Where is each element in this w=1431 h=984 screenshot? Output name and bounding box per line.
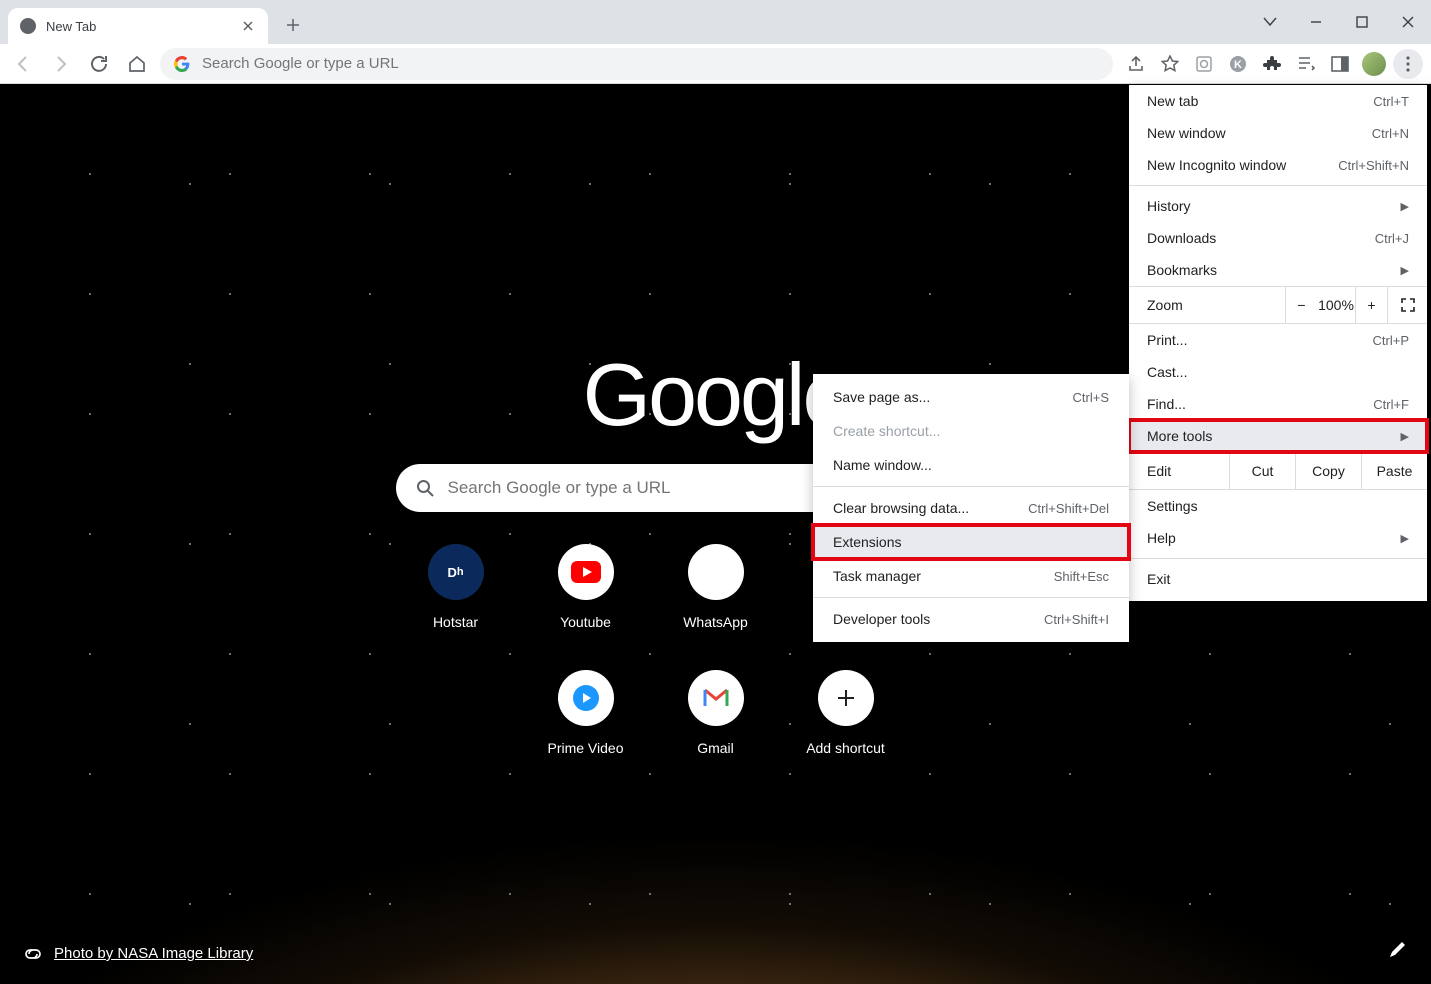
- tab-search-icon[interactable]: [1247, 0, 1293, 44]
- whatsapp-icon: [688, 544, 744, 600]
- shortcut-label: Add shortcut: [806, 740, 885, 756]
- google-logo: Google: [583, 344, 849, 446]
- menu-incognito[interactable]: New Incognito windowCtrl+Shift+N: [1129, 149, 1427, 181]
- tab-title: New Tab: [46, 19, 230, 34]
- titlebar: New Tab: [0, 0, 1431, 44]
- pencil-icon: [1387, 940, 1407, 960]
- window-minimize-icon[interactable]: [1293, 0, 1339, 44]
- extensions-puzzle-icon[interactable]: [1257, 49, 1287, 79]
- menu-settings[interactable]: Settings: [1129, 490, 1427, 522]
- menu-history[interactable]: History▶: [1129, 190, 1427, 222]
- youtube-icon: [558, 544, 614, 600]
- edit-cut[interactable]: Cut: [1229, 453, 1295, 489]
- menu-zoom: Zoom − 100% +: [1129, 286, 1427, 324]
- primevideo-icon: [558, 670, 614, 726]
- shortcut-label: Gmail: [697, 740, 734, 756]
- toolbar: K: [0, 44, 1431, 84]
- menu-separator: [813, 597, 1129, 598]
- extension-k-icon[interactable]: K: [1223, 49, 1253, 79]
- home-button[interactable]: [122, 49, 152, 79]
- tab-close-icon[interactable]: [240, 18, 256, 34]
- reading-list-icon[interactable]: [1291, 49, 1321, 79]
- chrome-main-menu: New tabCtrl+T New windowCtrl+N New Incog…: [1129, 85, 1427, 601]
- menu-separator: [1129, 185, 1427, 186]
- menu-more-tools[interactable]: More tools▶: [1129, 420, 1427, 452]
- shortcut-youtube[interactable]: Youtube: [521, 544, 651, 630]
- window-maximize-icon[interactable]: [1339, 0, 1385, 44]
- shortcut-add[interactable]: Add shortcut: [781, 670, 911, 756]
- extension-icons: K: [1121, 49, 1423, 79]
- add-icon: [818, 670, 874, 726]
- tab-favicon: [20, 18, 36, 34]
- shortcut-whatsapp[interactable]: WhatsApp: [651, 544, 781, 630]
- menu-exit[interactable]: Exit: [1129, 563, 1427, 595]
- shortcut-label: Youtube: [560, 614, 611, 630]
- shortcut-primevideo[interactable]: Prime Video: [521, 670, 651, 756]
- gmail-icon: [688, 670, 744, 726]
- shortcut-label: Hotstar: [433, 614, 478, 630]
- zoom-label: Zoom: [1147, 297, 1285, 313]
- hotstar-icon: Dh: [428, 544, 484, 600]
- submenu-savepage[interactable]: Save page as...Ctrl+S: [813, 380, 1129, 414]
- omnibox[interactable]: [160, 48, 1113, 80]
- menu-help[interactable]: Help▶: [1129, 522, 1427, 554]
- menu-edit: Edit Cut Copy Paste: [1129, 452, 1427, 490]
- back-button[interactable]: [8, 49, 38, 79]
- omnibox-input[interactable]: [202, 55, 1099, 72]
- background-credit: Photo by NASA Image Library: [22, 945, 253, 962]
- svg-text:K: K: [1234, 59, 1242, 71]
- forward-button[interactable]: [46, 49, 76, 79]
- link-icon: [22, 948, 44, 960]
- search-icon: [416, 479, 434, 497]
- customize-button[interactable]: [1387, 940, 1407, 960]
- background-credit-link[interactable]: Photo by NASA Image Library: [54, 945, 253, 962]
- submenu-createshortcut: Create shortcut...: [813, 414, 1129, 448]
- menu-cast[interactable]: Cast...: [1129, 356, 1427, 388]
- fullscreen-button[interactable]: [1387, 287, 1427, 323]
- share-icon[interactable]: [1121, 49, 1151, 79]
- edit-label: Edit: [1147, 463, 1229, 479]
- menu-newwindow[interactable]: New windowCtrl+N: [1129, 117, 1427, 149]
- shortcut-label: Prime Video: [547, 740, 623, 756]
- submenu-extensions[interactable]: Extensions: [813, 525, 1129, 559]
- profile-avatar[interactable]: [1359, 49, 1389, 79]
- window-controls: [1247, 0, 1431, 44]
- shortcut-gmail[interactable]: Gmail: [651, 670, 781, 756]
- google-g-icon: [174, 56, 190, 72]
- window-close-icon[interactable]: [1385, 0, 1431, 44]
- shortcut-hotstar[interactable]: Dh Hotstar: [391, 544, 521, 630]
- submenu-taskmanager[interactable]: Task managerShift+Esc: [813, 559, 1129, 593]
- menu-downloads[interactable]: DownloadsCtrl+J: [1129, 222, 1427, 254]
- chrome-menu-button[interactable]: [1393, 49, 1423, 79]
- submenu-namewindow[interactable]: Name window...: [813, 448, 1129, 482]
- menu-separator: [1129, 558, 1427, 559]
- newtab-button[interactable]: [278, 10, 308, 40]
- more-tools-submenu: Save page as...Ctrl+S Create shortcut...…: [813, 374, 1129, 642]
- reload-button[interactable]: [84, 49, 114, 79]
- edit-copy[interactable]: Copy: [1295, 453, 1361, 489]
- zoom-in-button[interactable]: +: [1355, 287, 1387, 323]
- zoom-value: 100%: [1317, 297, 1355, 313]
- bookmark-star-icon[interactable]: [1155, 49, 1185, 79]
- menu-newtab[interactable]: New tabCtrl+T: [1129, 85, 1427, 117]
- submenu-devtools[interactable]: Developer toolsCtrl+Shift+I: [813, 602, 1129, 636]
- edit-paste[interactable]: Paste: [1361, 453, 1427, 489]
- menu-find[interactable]: Find...Ctrl+F: [1129, 388, 1427, 420]
- menu-bookmarks[interactable]: Bookmarks▶: [1129, 254, 1427, 286]
- menu-print[interactable]: Print...Ctrl+P: [1129, 324, 1427, 356]
- extension-ublock-icon[interactable]: [1189, 49, 1219, 79]
- tab-newtab[interactable]: New Tab: [8, 8, 268, 44]
- menu-separator: [813, 486, 1129, 487]
- side-panel-icon[interactable]: [1325, 49, 1355, 79]
- shortcut-label: WhatsApp: [683, 614, 748, 630]
- zoom-out-button[interactable]: −: [1285, 287, 1317, 323]
- submenu-clearbrowsing[interactable]: Clear browsing data...Ctrl+Shift+Del: [813, 491, 1129, 525]
